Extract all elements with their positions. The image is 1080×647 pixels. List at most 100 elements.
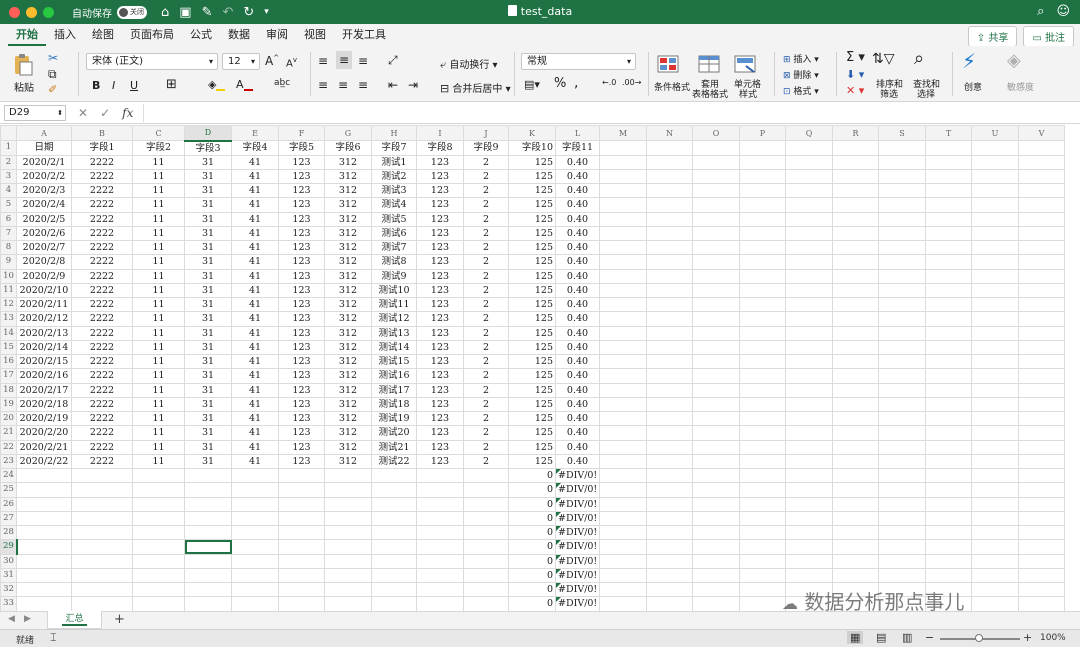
cell-F18[interactable]: 123 <box>278 382 325 398</box>
cell-K16[interactable]: 125 <box>508 353 556 370</box>
cell-U27[interactable] <box>971 510 1019 527</box>
cell-J2[interactable]: 2 <box>463 154 509 170</box>
cell-C5[interactable]: 11 <box>132 197 185 213</box>
row-header-10[interactable]: 10 <box>0 268 17 284</box>
cell-K25[interactable]: 0 <box>508 482 556 498</box>
cell-A17[interactable]: 2020/2/16 <box>16 368 72 384</box>
cell-L22[interactable]: 0.40 <box>555 439 600 455</box>
accounting-icon[interactable]: ▤▾ <box>524 78 540 91</box>
cell-Q26[interactable] <box>785 496 833 512</box>
cell-P18[interactable] <box>739 382 786 398</box>
cell-D9[interactable]: 31 <box>184 254 232 270</box>
cell-M27[interactable] <box>599 510 647 527</box>
accessibility-icon[interactable]: ⌶ <box>50 631 57 645</box>
cell-S3[interactable] <box>878 168 926 185</box>
cell-C16[interactable]: 11 <box>132 353 185 370</box>
cell-Q30[interactable] <box>785 553 833 569</box>
cell-U7[interactable] <box>971 225 1019 242</box>
cell-D33[interactable] <box>184 596 232 611</box>
cell-I13[interactable]: 123 <box>416 311 464 327</box>
cell-J16[interactable]: 2 <box>463 353 509 370</box>
cell-T14[interactable] <box>925 325 972 341</box>
row-header-30[interactable]: 30 <box>0 553 17 569</box>
cell-K21[interactable]: 125 <box>508 425 556 441</box>
cell-M4[interactable] <box>599 182 647 199</box>
cell-V3[interactable] <box>1018 168 1065 185</box>
cell-R16[interactable] <box>832 353 879 370</box>
row-header-2[interactable]: 2 <box>0 154 17 170</box>
cell-O15[interactable] <box>692 339 740 356</box>
row-header-20[interactable]: 20 <box>0 410 17 427</box>
cell-T31[interactable] <box>925 567 972 584</box>
cell-J21[interactable]: 2 <box>463 425 509 441</box>
cell-C29[interactable] <box>132 539 185 555</box>
cell-E33[interactable] <box>231 596 279 611</box>
cell-S16[interactable] <box>878 353 926 370</box>
cell-S7[interactable] <box>878 225 926 242</box>
cell-S12[interactable] <box>878 296 926 313</box>
column-header-K[interactable]: K <box>508 125 556 141</box>
cell-H8[interactable]: 测试7 <box>371 239 417 256</box>
cell-D25[interactable] <box>184 482 232 498</box>
cell-L9[interactable]: 0.40 <box>555 254 600 270</box>
cell-C32[interactable] <box>132 581 185 598</box>
cell-V18[interactable] <box>1018 382 1065 398</box>
cell-M13[interactable] <box>599 311 647 327</box>
cell-G14[interactable]: 312 <box>324 325 372 341</box>
cell-S26[interactable] <box>878 496 926 512</box>
cell-B13[interactable]: 2222 <box>71 311 133 327</box>
cell-H27[interactable] <box>371 510 417 527</box>
conditional-format-icon[interactable] <box>657 54 679 74</box>
cell-U13[interactable] <box>971 311 1019 327</box>
align-bottom-icon[interactable]: ≡ <box>358 54 368 68</box>
formula-input[interactable] <box>143 103 1080 122</box>
cell-D6[interactable]: 31 <box>184 211 232 227</box>
cell-J8[interactable]: 2 <box>463 239 509 256</box>
cell-F2[interactable]: 123 <box>278 154 325 170</box>
table-format-icon[interactable] <box>698 54 720 74</box>
cell-L15[interactable]: 0.40 <box>555 339 600 356</box>
cell-S27[interactable] <box>878 510 926 527</box>
ideas-label[interactable]: 创意 <box>964 80 982 93</box>
cell-I2[interactable]: 123 <box>416 154 464 170</box>
cell-N25[interactable] <box>646 482 693 498</box>
cell-P11[interactable] <box>739 282 786 299</box>
cell-F6[interactable]: 123 <box>278 211 325 227</box>
cell-N30[interactable] <box>646 553 693 569</box>
cell-L12[interactable]: 0.40 <box>555 296 600 313</box>
cell-F20[interactable]: 123 <box>278 410 325 427</box>
cell-K31[interactable]: 0 <box>508 567 556 584</box>
cell-S10[interactable] <box>878 268 926 284</box>
cell-D32[interactable] <box>184 581 232 598</box>
tab-8[interactable]: 开发工具 <box>334 26 394 46</box>
cell-Q3[interactable] <box>785 168 833 185</box>
cell-C11[interactable]: 11 <box>132 282 185 299</box>
cell-O26[interactable] <box>692 496 740 512</box>
cell-V6[interactable] <box>1018 211 1065 227</box>
cell-R28[interactable] <box>832 524 879 541</box>
cell-L19[interactable]: 0.40 <box>555 396 600 413</box>
cell-C14[interactable]: 11 <box>132 325 185 341</box>
column-header-U[interactable]: U <box>971 125 1019 141</box>
cell-C33[interactable] <box>132 596 185 611</box>
sheet-tab-active[interactable]: 汇总 <box>47 611 102 629</box>
cell-E16[interactable]: 41 <box>231 353 279 370</box>
row-header-7[interactable]: 7 <box>0 225 17 242</box>
cell-J5[interactable]: 2 <box>463 197 509 213</box>
cell-N3[interactable] <box>646 168 693 185</box>
cell-T20[interactable] <box>925 410 972 427</box>
cell-H9[interactable]: 测试8 <box>371 254 417 270</box>
cell-L10[interactable]: 0.40 <box>555 268 600 284</box>
row-header-24[interactable]: 24 <box>0 467 17 484</box>
cell-P8[interactable] <box>739 239 786 256</box>
cell-E28[interactable] <box>231 524 279 541</box>
cell-H5[interactable]: 测试4 <box>371 197 417 213</box>
cell-C19[interactable]: 11 <box>132 396 185 413</box>
cell-T27[interactable] <box>925 510 972 527</box>
cell-E23[interactable]: 41 <box>231 453 279 470</box>
cell-N17[interactable] <box>646 368 693 384</box>
cell-P23[interactable] <box>739 453 786 470</box>
cell-N23[interactable] <box>646 453 693 470</box>
cell-Q20[interactable] <box>785 410 833 427</box>
cell-L32[interactable]: #DIV/0! <box>555 581 600 598</box>
